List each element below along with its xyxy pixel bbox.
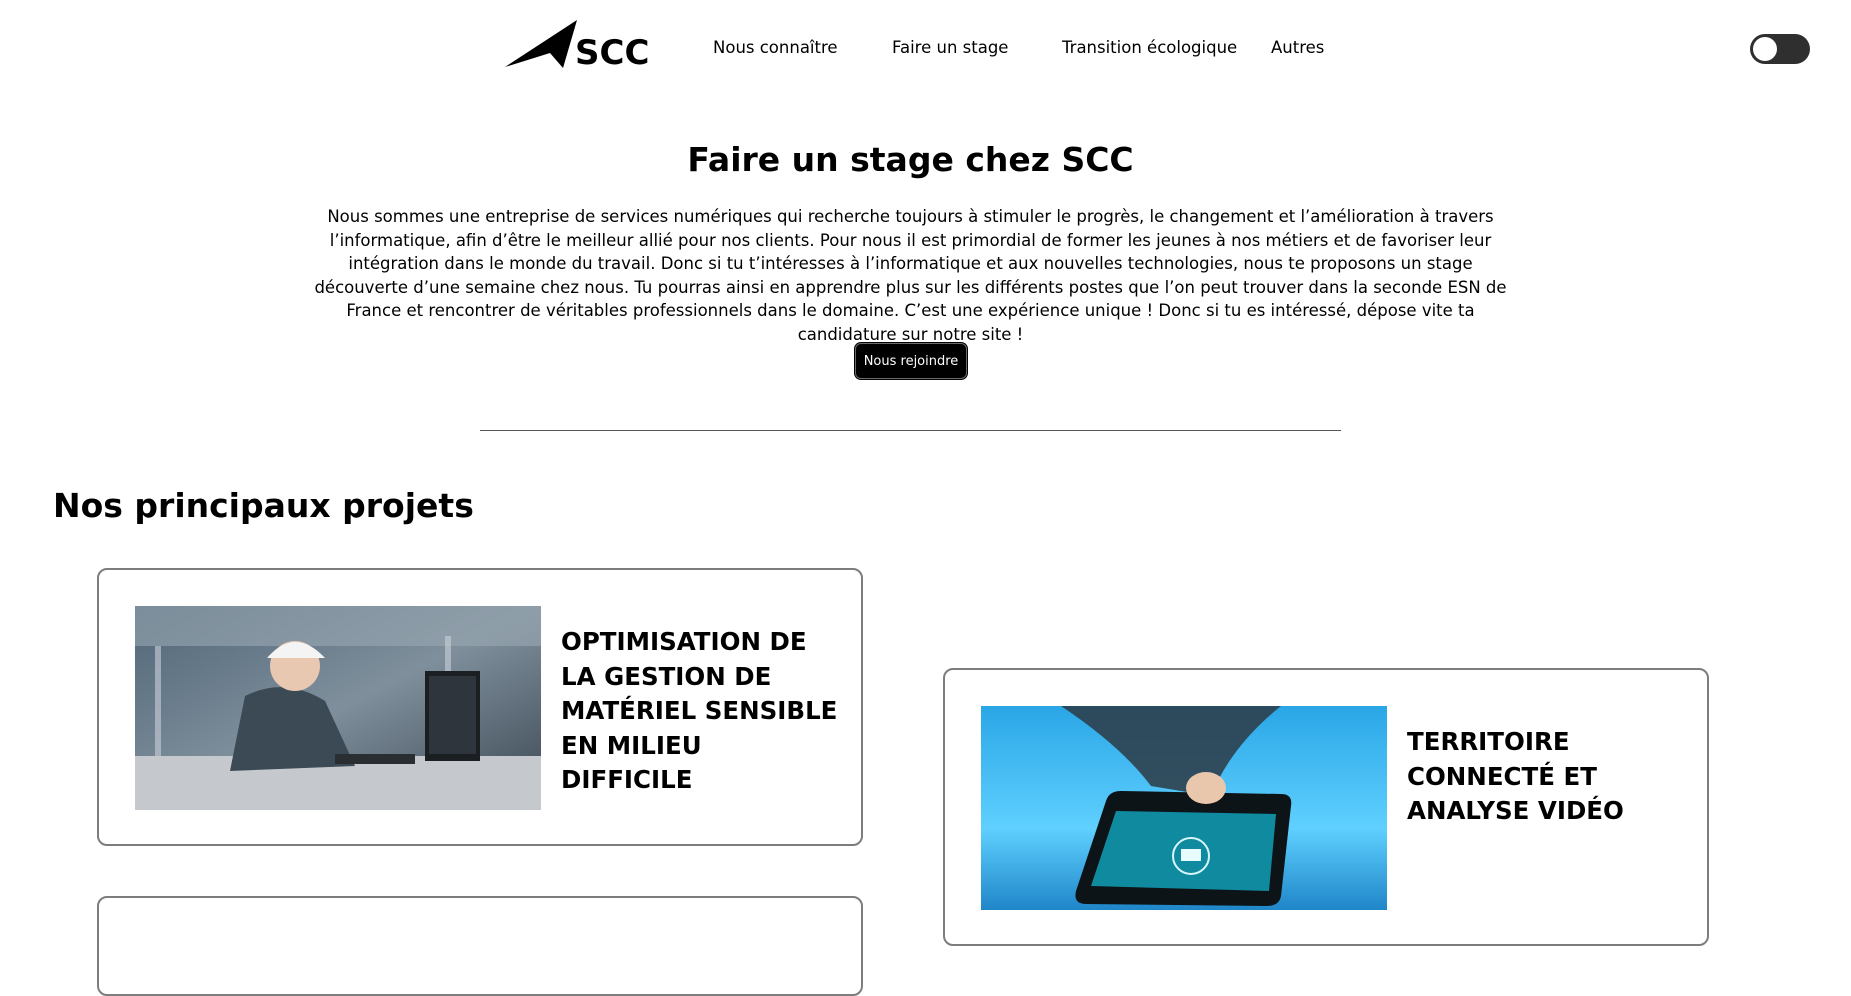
nav-faire-un-stage[interactable]: Faire un stage (892, 38, 1008, 57)
project-card[interactable]: OPTIMISATION DE LA GESTION DE MATÉRIEL S… (97, 568, 863, 846)
logo-text: SCC (575, 33, 649, 70)
section-divider (480, 430, 1341, 431)
nav-nous-connaitre[interactable]: Nous connaître (713, 38, 838, 57)
smartphone-photo (981, 706, 1387, 910)
page-title: Faire un stage chez SCC (687, 140, 1134, 179)
scc-logo[interactable]: SCC (505, 20, 651, 70)
join-button[interactable]: Nous rejoindre (855, 343, 967, 379)
toggle-knob (1753, 37, 1777, 61)
project-card[interactable] (97, 896, 863, 996)
nav-autres[interactable]: Autres (1271, 38, 1324, 57)
intro-paragraph: Nous sommes une entreprise de services n… (314, 207, 1507, 344)
project-card[interactable]: TERRITOIRE CONNECTÉ ET ANALYSE VIDÉO (943, 668, 1709, 946)
projects-title: Nos principaux projets (53, 486, 474, 525)
nav-transition-ecologique[interactable]: Transition écologique (1062, 38, 1237, 57)
project-title: OPTIMISATION DE LA GESTION DE MATÉRIEL S… (561, 627, 838, 794)
engineer-photo (135, 606, 541, 810)
project-title: TERRITOIRE CONNECTÉ ET ANALYSE VIDÉO (1407, 727, 1624, 825)
dark-mode-toggle[interactable] (1750, 34, 1810, 64)
